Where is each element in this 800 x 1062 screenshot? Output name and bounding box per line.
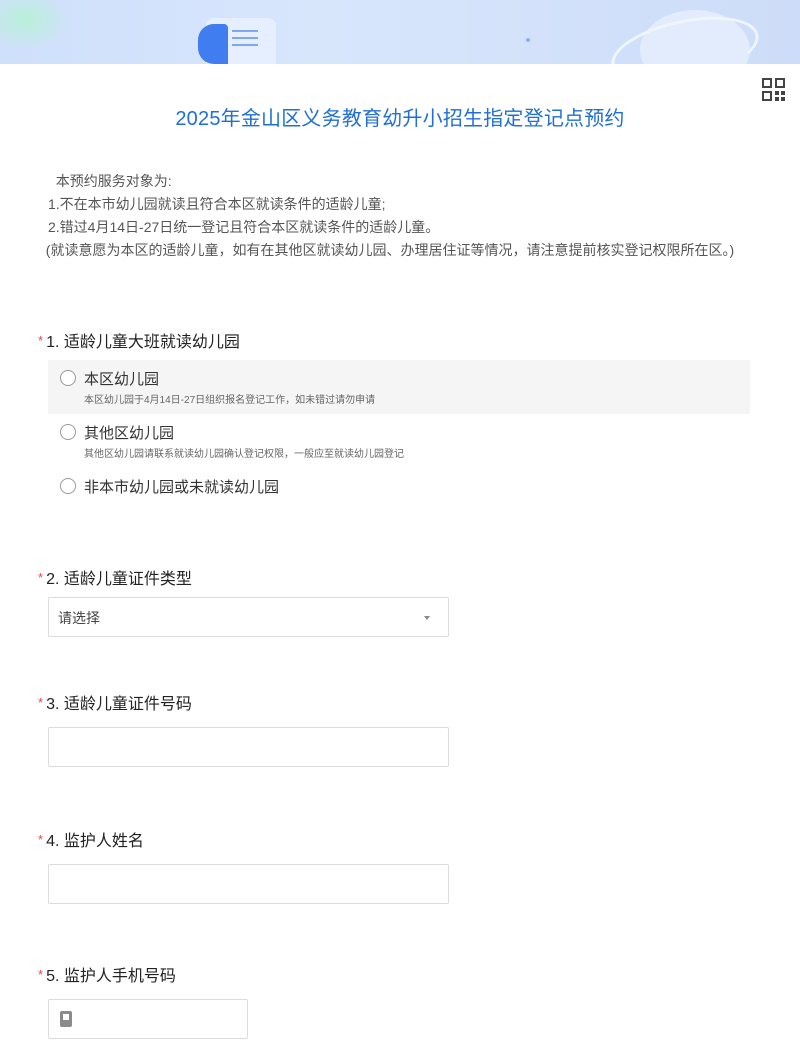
banner-lines-icon [232, 30, 258, 46]
question-5-title: 5. 监护人手机号码 [46, 968, 176, 985]
option-label: 非本市幼儿园或未就读幼儿园 [84, 479, 280, 496]
required-mark: * [38, 967, 44, 982]
required-mark: * [38, 695, 44, 710]
question-1-title: 1. 适龄儿童大班就读幼儿园 [46, 334, 240, 351]
option-description: 其他区幼儿园请联系就读幼儿园确认登记权限，一般应至就读幼儿园登记 [84, 449, 404, 460]
question-label: * 3. 适龄儿童证件号码 [38, 690, 192, 714]
qr-square-icon [762, 78, 772, 88]
radio-option-non-local-kindergarten[interactable]: 非本市幼儿园或未就读幼儿园 [48, 468, 750, 505]
required-mark: * [38, 570, 44, 585]
intro-line: 2.错过4月14日-27日统一登记且符合本区就读条件的适龄儿童。 [48, 219, 440, 235]
qr-code-icon[interactable] [762, 78, 786, 102]
qr-dots-icon [775, 91, 785, 101]
id-type-select[interactable]: 请选择 [48, 597, 449, 637]
select-value: 请选择 [58, 610, 100, 626]
q1-radio-group: 本区幼儿园 本区幼儿园于4月14日-27日组织报名登记工作，如未错过请勿申请 其… [48, 360, 750, 505]
intro-line: 1.不在本市幼儿园就读且符合本区就读条件的适龄儿童; [48, 196, 386, 212]
question-3-title: 3. 适龄儿童证件号码 [46, 696, 192, 713]
radio-button[interactable] [60, 370, 76, 386]
radio-button[interactable] [60, 424, 76, 440]
intro-line: 本预约服务对象为: [48, 173, 172, 189]
radio-option-local-kindergarten[interactable]: 本区幼儿园 本区幼儿园于4月14日-27日组织报名登记工作，如未错过请勿申请 [48, 360, 750, 414]
question-2: * 2. 适龄儿童证件类型 [38, 565, 192, 589]
question-label: * 1. 适龄儿童大班就读幼儿园 [38, 328, 240, 352]
guardian-phone-input[interactable] [48, 999, 248, 1039]
question-3: * 3. 适龄儿童证件号码 [38, 690, 192, 714]
banner-chat-bubble-icon [198, 24, 228, 64]
radio-button[interactable] [60, 478, 76, 494]
question-4: * 4. 监护人姓名 [38, 827, 144, 851]
option-label: 本区幼儿园 [84, 371, 160, 388]
intro-text: 本预约服务对象为: 1.不在本市幼儿园就读且符合本区就读条件的适龄儿童; 2.错… [46, 170, 748, 262]
qr-square-icon [775, 78, 785, 88]
required-mark: * [38, 333, 44, 348]
banner-glow [0, 0, 70, 50]
phone-icon [60, 1011, 72, 1027]
qr-square-icon [762, 91, 772, 101]
question-label: * 2. 适龄儿童证件类型 [38, 565, 192, 589]
banner-dot-decoration [526, 38, 530, 42]
question-label: * 5. 监护人手机号码 [38, 962, 176, 986]
option-description: 本区幼儿园于4月14日-27日组织报名登记工作，如未错过请勿申请 [84, 395, 376, 406]
header-banner [0, 0, 800, 64]
page-title: 2025年金山区义务教育幼升小招生指定登记点预约 [175, 108, 625, 130]
option-label: 其他区幼儿园 [84, 425, 175, 442]
chevron-down-icon [424, 616, 430, 620]
question-1: * 1. 适龄儿童大班就读幼儿园 [38, 328, 240, 352]
radio-option-other-district-kindergarten[interactable]: 其他区幼儿园 其他区幼儿园请联系就读幼儿园确认登记权限，一般应至就读幼儿园登记 [48, 414, 750, 468]
required-mark: * [38, 832, 44, 847]
id-number-input[interactable] [48, 727, 449, 767]
question-2-title: 2. 适龄儿童证件类型 [46, 571, 192, 588]
intro-line: (就读意愿为本区的适龄儿童，如有在其他区就读幼儿园、办理居住证等情况，请注意提前… [38, 242, 735, 258]
question-label: * 4. 监护人姓名 [38, 827, 144, 851]
guardian-name-input[interactable] [48, 864, 449, 904]
page: 2025年金山区义务教育幼升小招生指定登记点预约 本预约服务对象为: 1.不在本… [0, 0, 800, 1062]
question-5: * 5. 监护人手机号码 [38, 962, 176, 986]
question-4-title: 4. 监护人姓名 [46, 833, 144, 850]
